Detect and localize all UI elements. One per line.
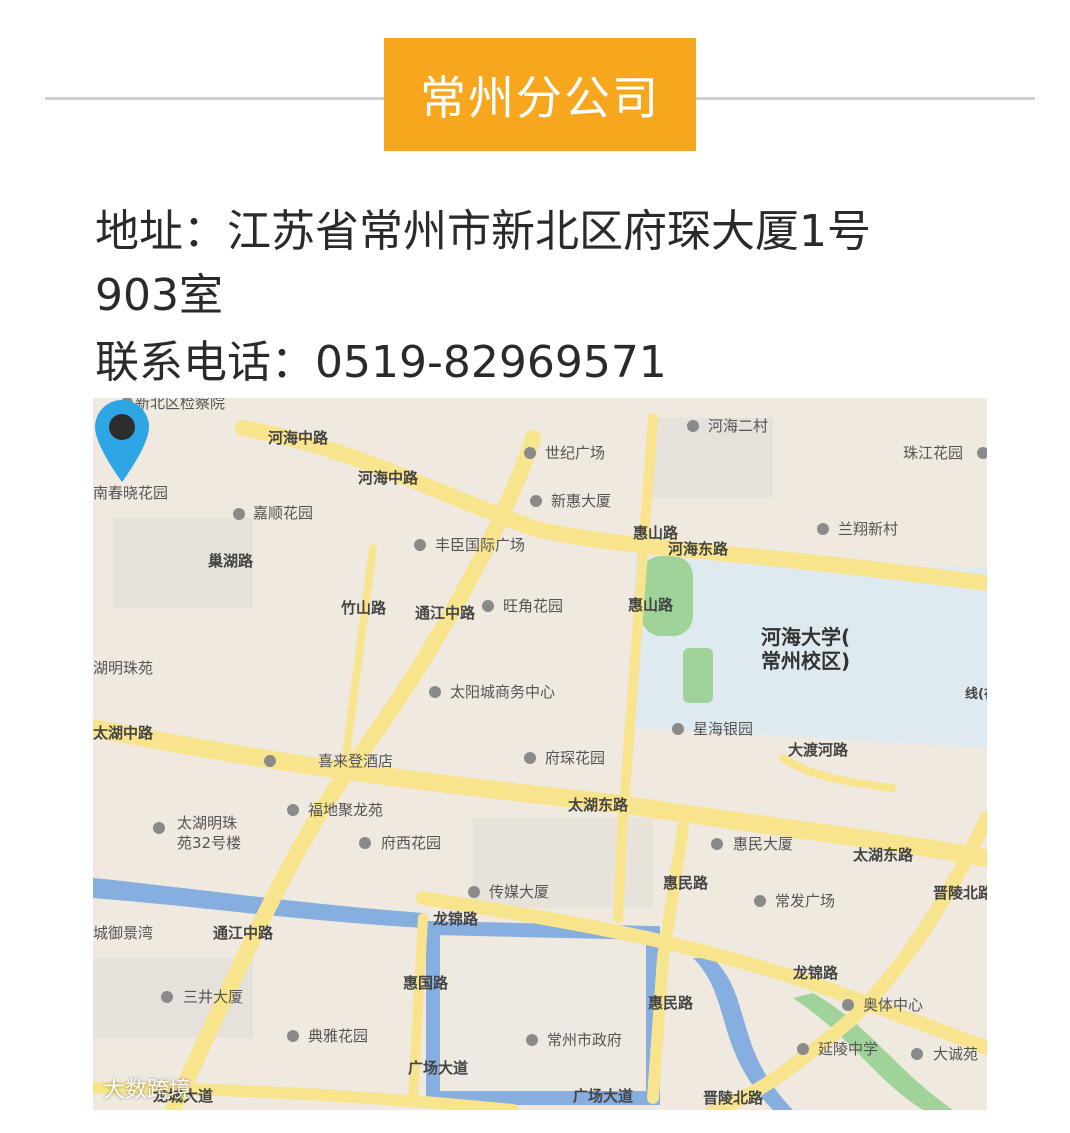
svg-text:线(在建): 线(在建) — [965, 686, 987, 702]
svg-text:太湖中路: 太湖中路 — [93, 724, 154, 742]
svg-text:兰翔新村: 兰翔新村 — [838, 520, 898, 538]
svg-text:府琛花园: 府琛花园 — [545, 749, 605, 767]
svg-text:惠山路: 惠山路 — [633, 524, 679, 542]
svg-text:三井大厦: 三井大厦 — [183, 988, 243, 1006]
svg-text:苑32号楼: 苑32号楼 — [177, 834, 241, 852]
svg-text:旺角花园: 旺角花园 — [503, 597, 563, 615]
svg-text:巢湖路: 巢湖路 — [207, 552, 254, 570]
svg-text:河海二村: 河海二村 — [708, 417, 768, 435]
branch-title-badge: 常州分公司 — [384, 38, 696, 151]
svg-text:星海银园: 星海银园 — [693, 720, 753, 738]
svg-text:通江中路: 通江中路 — [415, 604, 476, 622]
svg-text:大渡河路: 大渡河路 — [788, 741, 849, 759]
svg-text:喜来登酒店: 喜来登酒店 — [318, 752, 393, 770]
svg-text:太湖东路: 太湖东路 — [568, 796, 629, 814]
svg-text:福地聚龙苑: 福地聚龙苑 — [308, 801, 383, 819]
watermark: 大数跨境 — [103, 1072, 191, 1104]
svg-text:大诚苑: 大诚苑 — [933, 1045, 978, 1063]
svg-text:典雅花园: 典雅花园 — [308, 1027, 368, 1045]
svg-text:延陵中学: 延陵中学 — [818, 1040, 878, 1058]
svg-text:丰臣国际广场: 丰臣国际广场 — [435, 536, 525, 554]
svg-text:河海大学(: 河海大学( — [761, 625, 850, 649]
svg-text:常州校区): 常州校区) — [761, 649, 850, 673]
svg-text:惠民大厦: 惠民大厦 — [733, 835, 793, 853]
svg-text:广场大道: 广场大道 — [573, 1087, 633, 1105]
header-divider-left — [45, 97, 385, 100]
svg-text:河海东路: 河海东路 — [668, 540, 729, 558]
svg-text:常州市政府: 常州市政府 — [547, 1031, 622, 1049]
svg-text:南春晓花园: 南春晓花园 — [93, 484, 168, 502]
svg-text:通江中路: 通江中路 — [213, 924, 274, 942]
svg-text:广场大道: 广场大道 — [408, 1059, 468, 1077]
campus-green-2 — [683, 648, 713, 703]
address-line-2: 903室 — [95, 270, 223, 321]
svg-text:世纪广场: 世纪广场 — [545, 444, 605, 462]
svg-text:晋陵北路: 晋陵北路 — [703, 1089, 764, 1107]
svg-text:竹山路: 竹山路 — [340, 599, 387, 617]
svg-text:府西花园: 府西花园 — [381, 834, 441, 852]
svg-text:太湖东路: 太湖东路 — [853, 846, 914, 864]
svg-text:奥体中心: 奥体中心 — [863, 996, 923, 1014]
svg-text:太湖明珠: 太湖明珠 — [177, 814, 237, 832]
svg-text:惠国路: 惠国路 — [403, 974, 449, 992]
address-line-1: 地址：江苏省常州市新北区府琛大厦1号 — [95, 206, 871, 257]
svg-text:惠山路: 惠山路 — [628, 596, 674, 614]
svg-text:惠民路: 惠民路 — [663, 874, 709, 892]
map-canvas: 新北区检察院 世纪广场 河海二村 珠江花园 南春晓花园 嘉顺花园 新惠大厦 兰翔… — [93, 398, 987, 1110]
phone-line[interactable]: 联系电话：0519-82969571 — [95, 332, 667, 394]
svg-text:太阳城商务中心: 太阳城商务中心 — [450, 683, 555, 701]
svg-text:珠江花园: 珠江花园 — [903, 444, 963, 462]
svg-text:新惠大厦: 新惠大厦 — [551, 492, 611, 510]
location-pin-icon[interactable] — [93, 398, 151, 484]
svg-text:湖明珠苑: 湖明珠苑 — [93, 659, 153, 677]
svg-text:传媒大厦: 传媒大厦 — [489, 883, 549, 901]
svg-text:晋陵北路: 晋陵北路 — [933, 884, 987, 902]
svg-text:河海中路: 河海中路 — [268, 429, 329, 447]
branch-title: 常州分公司 — [420, 70, 660, 125]
svg-text:龙锦路: 龙锦路 — [792, 964, 839, 982]
svg-text:河海中路: 河海中路 — [358, 469, 419, 487]
svg-text:龙锦路: 龙锦路 — [432, 910, 479, 928]
svg-text:常发广场: 常发广场 — [775, 892, 835, 910]
svg-text:嘉顺花园: 嘉顺花园 — [253, 504, 313, 522]
location-map[interactable]: 新北区检察院 世纪广场 河海二村 珠江花园 南春晓花园 嘉顺花园 新惠大厦 兰翔… — [93, 398, 987, 1110]
header-divider-right — [695, 97, 1035, 100]
watermark-text: 大数跨境 — [103, 1078, 192, 1103]
svg-text:惠民路: 惠民路 — [648, 994, 694, 1012]
svg-text:城御景湾: 城御景湾 — [93, 924, 153, 942]
